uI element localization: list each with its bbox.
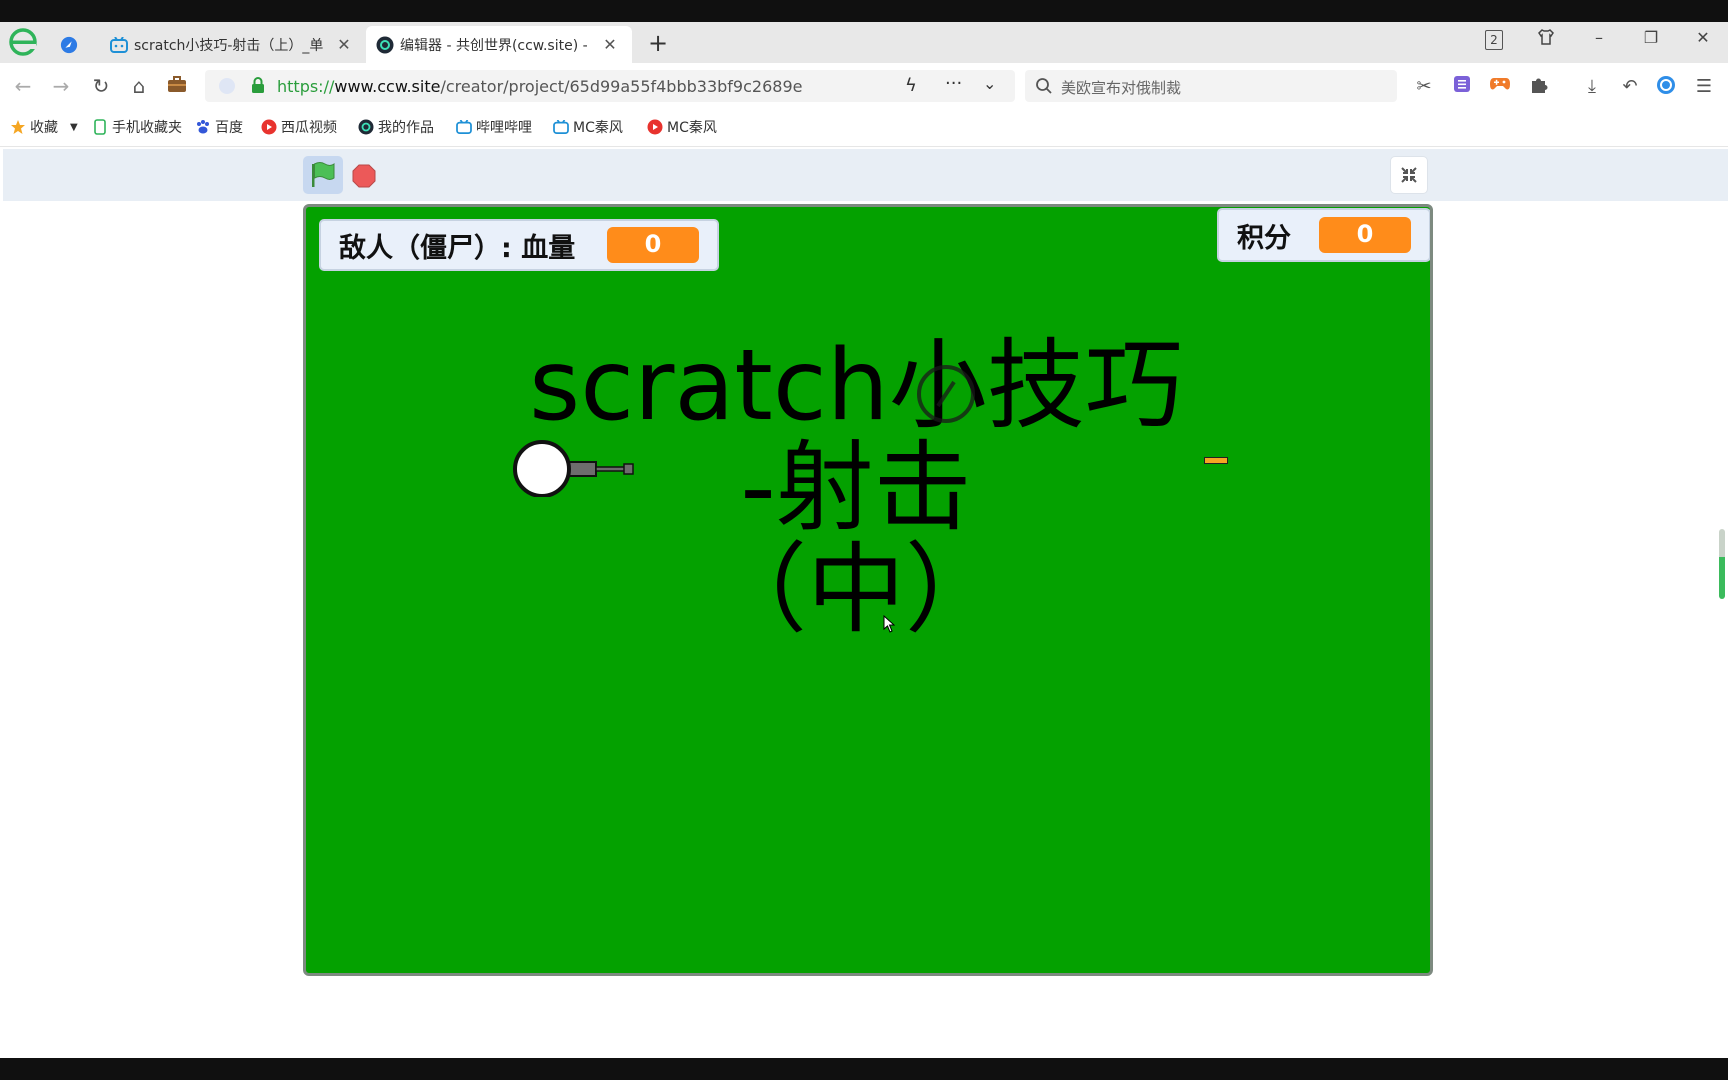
tab-title: scratch小技巧-射击（上）_单: [134, 37, 324, 54]
close-window-button[interactable]: ✕: [1688, 28, 1718, 47]
scratch-stage[interactable]: 敌人（僵尸）: 血量 0 积分 0 scratch小技巧 -射击 （中）: [303, 204, 1433, 976]
address-toolbar: ← → ↻ ⌂ https://www.ccw.site/creator/pro…: [0, 63, 1728, 107]
search-input[interactable]: 美欧宣布对俄制裁: [1025, 70, 1397, 102]
undo-icon[interactable]: ↶: [1618, 75, 1642, 99]
tab-scratch-tutorial[interactable]: scratch小技巧-射击（上）_单 ✕: [100, 26, 362, 63]
close-icon[interactable]: ✕: [600, 35, 620, 54]
player-gun-sprite[interactable]: [512, 437, 652, 497]
tab-ccw-editor[interactable]: 编辑器 - 共创世界(ccw.site) - ✕: [366, 26, 632, 63]
tab-title: 编辑器 - 共创世界(ccw.site) -: [400, 37, 588, 54]
translate-icon[interactable]: [1450, 75, 1474, 99]
mouse-cursor-icon: [883, 615, 895, 633]
minimize-button[interactable]: –: [1584, 28, 1614, 47]
site-info-icon[interactable]: [219, 78, 235, 94]
sync-icon[interactable]: [1654, 75, 1678, 99]
bilibili-icon: [553, 119, 569, 135]
home-icon[interactable]: ⌂: [126, 73, 152, 99]
url-host: www.ccw.site: [334, 77, 441, 96]
more-dots-icon[interactable]: ···: [945, 73, 962, 94]
reload-icon[interactable]: ↻: [88, 73, 114, 99]
forward-icon[interactable]: →: [48, 73, 74, 99]
lightning-icon[interactable]: ϟ: [905, 75, 917, 96]
scissors-icon[interactable]: ✂: [1412, 75, 1436, 99]
bookmark-label: 西瓜视频: [281, 120, 337, 136]
new-tab-button[interactable]: +: [645, 29, 671, 57]
search-placeholder: 美欧宣布对俄制裁: [1061, 79, 1182, 97]
enemy-health-monitor: 敌人（僵尸）: 血量 0: [319, 219, 719, 271]
monitor-label: 积分: [1237, 222, 1291, 254]
baidu-paw-icon: [195, 119, 211, 135]
menu-icon[interactable]: ☰: [1692, 75, 1716, 99]
browser-window: scratch小技巧-射击（上）_单 ✕ 编辑器 - 共创世界(ccw.site…: [0, 22, 1728, 1058]
bookmark-label: 百度: [215, 120, 243, 136]
monitor-value: 0: [607, 227, 699, 263]
stage-header: [3, 149, 1728, 201]
score-monitor: 积分 0: [1217, 208, 1430, 262]
tab-strip: scratch小技巧-射击（上）_单 ✕ 编辑器 - 共创世界(ccw.site…: [0, 22, 1728, 63]
crosshair-sprite[interactable]: [916, 364, 976, 424]
xigua-icon: [261, 119, 277, 135]
compass-icon: [60, 36, 78, 54]
ccw-icon: [376, 36, 394, 54]
close-icon[interactable]: ✕: [334, 35, 354, 54]
exit-fullscreen-button[interactable]: [1390, 156, 1428, 194]
browser-logo-icon[interactable]: [9, 28, 37, 56]
tab-count-badge: 2: [1485, 30, 1503, 50]
stop-button[interactable]: [352, 164, 376, 188]
shrink-icon: [1401, 167, 1417, 183]
bookmark-label: 哔哩哔哩: [476, 120, 532, 136]
bookmark-xigua[interactable]: 西瓜视频: [261, 117, 345, 137]
phone-icon: [92, 119, 108, 135]
search-icon: [1035, 77, 1053, 99]
pinned-tab[interactable]: [50, 26, 98, 63]
restore-button[interactable]: ❐: [1636, 28, 1666, 47]
green-flag-icon: [312, 162, 335, 187]
bookmark-mc-qinfeng[interactable]: MC秦风: [553, 117, 631, 137]
bookmark-bilibili[interactable]: 哔哩哔哩: [456, 117, 538, 137]
monitor-value: 0: [1319, 217, 1411, 253]
back-icon[interactable]: ←: [10, 73, 36, 99]
page-content: 敌人（僵尸）: 血量 0 积分 0 scratch小技巧 -射击 （中）: [0, 147, 1728, 1058]
xigua-icon: [647, 119, 663, 135]
bookmark-my-works[interactable]: 我的作品: [358, 117, 440, 137]
chevron-down-icon[interactable]: ⌄: [983, 74, 996, 93]
skin-shirt-icon[interactable]: [1531, 28, 1561, 50]
bilibili-icon: [456, 119, 472, 135]
top-letterbox: [0, 0, 1728, 22]
url-text: https://www.ccw.site/creator/project/65d…: [277, 77, 802, 96]
stop-sign-icon: [352, 164, 376, 188]
bookmark-label: 我的作品: [378, 120, 434, 136]
green-flag-button[interactable]: [303, 156, 343, 194]
bookmarks-bar: 收藏 ▼ 手机收藏夹 百度 西瓜视频 我的作品 哔哩哔哩 MC秦风 MC秦风: [0, 107, 1728, 147]
title-line: （中）: [708, 533, 1003, 647]
title-line: scratch小技巧: [529, 329, 1183, 443]
lock-icon: [251, 77, 265, 98]
bookmark-favorites[interactable]: 收藏 ▼: [10, 117, 78, 137]
caret-down-icon[interactable]: ▼: [70, 122, 78, 133]
bookmark-label: 收藏: [30, 120, 58, 136]
ccw-icon: [358, 119, 374, 135]
bookmark-baidu[interactable]: 百度: [195, 117, 243, 137]
star-icon: [10, 119, 26, 135]
bottom-letterbox: [0, 1058, 1728, 1080]
monitor-label: 敌人（僵尸）: 血量: [339, 232, 576, 264]
bookmark-label: MC秦风: [573, 120, 623, 136]
url-protocol: https://: [277, 77, 335, 96]
bookmark-mobile[interactable]: 手机收藏夹: [92, 117, 182, 137]
bullet-sprite[interactable]: [1204, 457, 1228, 464]
bookmark-mc-qinfeng-2[interactable]: MC秦风: [647, 117, 725, 137]
download-icon[interactable]: ⤓: [1580, 75, 1604, 99]
gamepad-icon[interactable]: [1488, 75, 1512, 99]
tab-count-button[interactable]: 2: [1479, 29, 1509, 50]
address-bar[interactable]: https://www.ccw.site/creator/project/65d…: [205, 70, 1015, 102]
bookmark-label: 手机收藏夹: [112, 120, 182, 136]
bookmark-label: MC秦风: [667, 120, 717, 136]
url-path: /creator/project/65d99a55f4bbb33bf9c2689…: [440, 77, 803, 96]
briefcase-icon[interactable]: [164, 73, 190, 99]
bilibili-icon: [110, 36, 128, 54]
puzzle-extension-icon[interactable]: [1527, 75, 1551, 99]
side-scroll-indicator[interactable]: [1719, 529, 1725, 599]
